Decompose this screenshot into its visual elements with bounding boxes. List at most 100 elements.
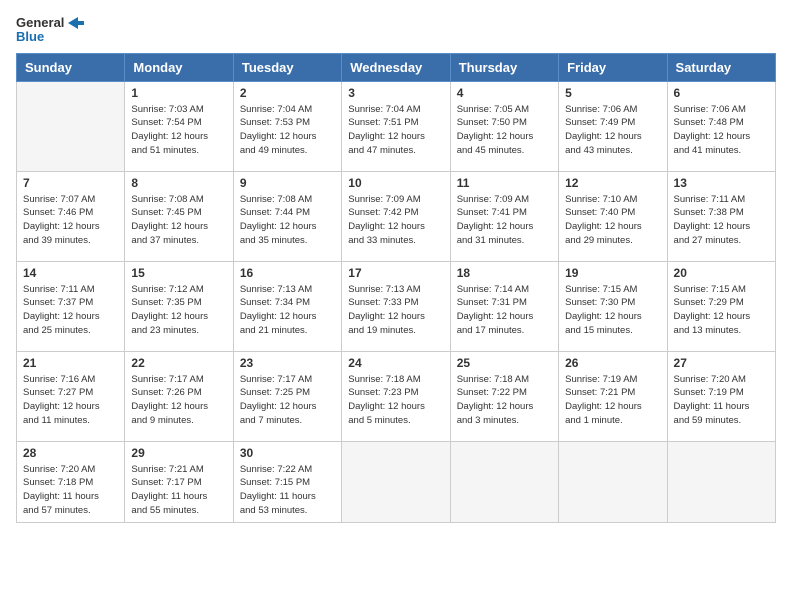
calendar-cell [17, 81, 125, 171]
calendar-cell [667, 441, 775, 522]
day-number: 10 [348, 176, 443, 190]
day-info: Sunrise: 7:16 AMSunset: 7:27 PMDaylight:… [23, 373, 118, 428]
calendar-cell: 17 Sunrise: 7:13 AMSunset: 7:33 PMDayligh… [342, 261, 450, 351]
day-number: 4 [457, 86, 552, 100]
day-info: Sunrise: 7:08 AMSunset: 7:45 PMDaylight:… [131, 193, 226, 248]
column-header-tuesday: Tuesday [233, 53, 341, 81]
day-info: Sunrise: 7:12 AMSunset: 7:35 PMDaylight:… [131, 283, 226, 338]
day-info: Sunrise: 7:14 AMSunset: 7:31 PMDaylight:… [457, 283, 552, 338]
day-info: Sunrise: 7:09 AMSunset: 7:42 PMDaylight:… [348, 193, 443, 248]
day-info: Sunrise: 7:11 AMSunset: 7:38 PMDaylight:… [674, 193, 769, 248]
page-header: General Blue [16, 16, 776, 45]
week-row-3: 14 Sunrise: 7:11 AMSunset: 7:37 PMDayligh… [17, 261, 776, 351]
day-info: Sunrise: 7:21 AMSunset: 7:17 PMDaylight:… [131, 463, 226, 518]
calendar-cell: 12 Sunrise: 7:10 AMSunset: 7:40 PMDayligh… [559, 171, 667, 261]
calendar-cell: 11 Sunrise: 7:09 AMSunset: 7:41 PMDayligh… [450, 171, 558, 261]
day-info: Sunrise: 7:18 AMSunset: 7:22 PMDaylight:… [457, 373, 552, 428]
column-header-thursday: Thursday [450, 53, 558, 81]
day-info: Sunrise: 7:04 AMSunset: 7:51 PMDaylight:… [348, 103, 443, 158]
column-header-wednesday: Wednesday [342, 53, 450, 81]
day-info: Sunrise: 7:15 AMSunset: 7:30 PMDaylight:… [565, 283, 660, 338]
day-number: 6 [674, 86, 769, 100]
day-number: 12 [565, 176, 660, 190]
day-number: 24 [348, 356, 443, 370]
calendar-cell: 30 Sunrise: 7:22 AMSunset: 7:15 PMDayligh… [233, 441, 341, 522]
day-number: 30 [240, 446, 335, 460]
calendar-cell: 5 Sunrise: 7:06 AMSunset: 7:49 PMDaylight… [559, 81, 667, 171]
day-info: Sunrise: 7:07 AMSunset: 7:46 PMDaylight:… [23, 193, 118, 248]
calendar-cell: 1Sunrise: 7:03 AMSunset: 7:54 PMDaylight… [125, 81, 233, 171]
day-number: 27 [674, 356, 769, 370]
logo-general: General [16, 16, 64, 30]
day-number: 25 [457, 356, 552, 370]
calendar-cell: 18 Sunrise: 7:14 AMSunset: 7:31 PMDayligh… [450, 261, 558, 351]
day-info: Sunrise: 7:13 AMSunset: 7:34 PMDaylight:… [240, 283, 335, 338]
day-number: 17 [348, 266, 443, 280]
calendar-cell: 3 Sunrise: 7:04 AMSunset: 7:51 PMDaylight… [342, 81, 450, 171]
calendar-cell [450, 441, 558, 522]
day-info: Sunrise: 7:20 AMSunset: 7:18 PMDaylight:… [23, 463, 118, 518]
calendar-cell: 20 Sunrise: 7:15 AMSunset: 7:29 PMDayligh… [667, 261, 775, 351]
logo-blue: Blue [16, 30, 84, 44]
calendar-cell: 22 Sunrise: 7:17 AMSunset: 7:26 PMDayligh… [125, 351, 233, 441]
day-number: 1 [131, 86, 226, 100]
day-number: 7 [23, 176, 118, 190]
calendar-cell: 7 Sunrise: 7:07 AMSunset: 7:46 PMDaylight… [17, 171, 125, 261]
calendar-cell: 16 Sunrise: 7:13 AMSunset: 7:34 PMDayligh… [233, 261, 341, 351]
calendar-cell: 8Sunrise: 7:08 AMSunset: 7:45 PMDaylight… [125, 171, 233, 261]
calendar-table: SundayMondayTuesdayWednesdayThursdayFrid… [16, 53, 776, 523]
day-number: 19 [565, 266, 660, 280]
day-number: 15 [131, 266, 226, 280]
column-header-friday: Friday [559, 53, 667, 81]
column-header-monday: Monday [125, 53, 233, 81]
day-number: 14 [23, 266, 118, 280]
day-info: Sunrise: 7:18 AMSunset: 7:23 PMDaylight:… [348, 373, 443, 428]
calendar-header-row: SundayMondayTuesdayWednesdayThursdayFrid… [17, 53, 776, 81]
calendar-cell [559, 441, 667, 522]
calendar-cell: 9 Sunrise: 7:08 AMSunset: 7:44 PMDaylight… [233, 171, 341, 261]
calendar-cell: 21Sunrise: 7:16 AMSunset: 7:27 PMDayligh… [17, 351, 125, 441]
week-row-2: 7 Sunrise: 7:07 AMSunset: 7:46 PMDaylight… [17, 171, 776, 261]
day-info: Sunrise: 7:04 AMSunset: 7:53 PMDaylight:… [240, 103, 335, 158]
calendar-cell: 26Sunrise: 7:19 AMSunset: 7:21 PMDayligh… [559, 351, 667, 441]
day-number: 28 [23, 446, 118, 460]
week-row-5: 28 Sunrise: 7:20 AMSunset: 7:18 PMDayligh… [17, 441, 776, 522]
day-number: 11 [457, 176, 552, 190]
calendar-cell: 23 Sunrise: 7:17 AMSunset: 7:25 PMDayligh… [233, 351, 341, 441]
day-number: 5 [565, 86, 660, 100]
day-number: 16 [240, 266, 335, 280]
day-info: Sunrise: 7:20 AMSunset: 7:19 PMDaylight:… [674, 373, 769, 428]
day-info: Sunrise: 7:17 AMSunset: 7:25 PMDaylight:… [240, 373, 335, 428]
day-info: Sunrise: 7:13 AMSunset: 7:33 PMDaylight:… [348, 283, 443, 338]
day-info: Sunrise: 7:22 AMSunset: 7:15 PMDaylight:… [240, 463, 335, 518]
calendar-cell: 13 Sunrise: 7:11 AMSunset: 7:38 PMDayligh… [667, 171, 775, 261]
column-header-sunday: Sunday [17, 53, 125, 81]
day-number: 18 [457, 266, 552, 280]
day-number: 3 [348, 86, 443, 100]
calendar-cell [342, 441, 450, 522]
day-number: 9 [240, 176, 335, 190]
day-info: Sunrise: 7:06 AMSunset: 7:49 PMDaylight:… [565, 103, 660, 158]
week-row-4: 21Sunrise: 7:16 AMSunset: 7:27 PMDayligh… [17, 351, 776, 441]
day-info: Sunrise: 7:17 AMSunset: 7:26 PMDaylight:… [131, 373, 226, 428]
day-info: Sunrise: 7:19 AMSunset: 7:21 PMDaylight:… [565, 373, 660, 428]
day-number: 2 [240, 86, 335, 100]
calendar-cell: 25 Sunrise: 7:18 AMSunset: 7:22 PMDayligh… [450, 351, 558, 441]
day-info: Sunrise: 7:05 AMSunset: 7:50 PMDaylight:… [457, 103, 552, 158]
day-info: Sunrise: 7:06 AMSunset: 7:48 PMDaylight:… [674, 103, 769, 158]
calendar-cell: 2 Sunrise: 7:04 AMSunset: 7:53 PMDaylight… [233, 81, 341, 171]
day-info: Sunrise: 7:09 AMSunset: 7:41 PMDaylight:… [457, 193, 552, 248]
day-number: 22 [131, 356, 226, 370]
calendar-cell: 15 Sunrise: 7:12 AMSunset: 7:35 PMDayligh… [125, 261, 233, 351]
day-info: Sunrise: 7:08 AMSunset: 7:44 PMDaylight:… [240, 193, 335, 248]
day-number: 13 [674, 176, 769, 190]
calendar-cell: 27 Sunrise: 7:20 AMSunset: 7:19 PMDayligh… [667, 351, 775, 441]
day-info: Sunrise: 7:15 AMSunset: 7:29 PMDaylight:… [674, 283, 769, 338]
calendar-cell: 28 Sunrise: 7:20 AMSunset: 7:18 PMDayligh… [17, 441, 125, 522]
logo: General Blue [16, 16, 84, 45]
calendar-cell: 6 Sunrise: 7:06 AMSunset: 7:48 PMDaylight… [667, 81, 775, 171]
day-info: Sunrise: 7:10 AMSunset: 7:40 PMDaylight:… [565, 193, 660, 248]
day-number: 23 [240, 356, 335, 370]
day-info: Sunrise: 7:11 AMSunset: 7:37 PMDaylight:… [23, 283, 118, 338]
day-number: 20 [674, 266, 769, 280]
